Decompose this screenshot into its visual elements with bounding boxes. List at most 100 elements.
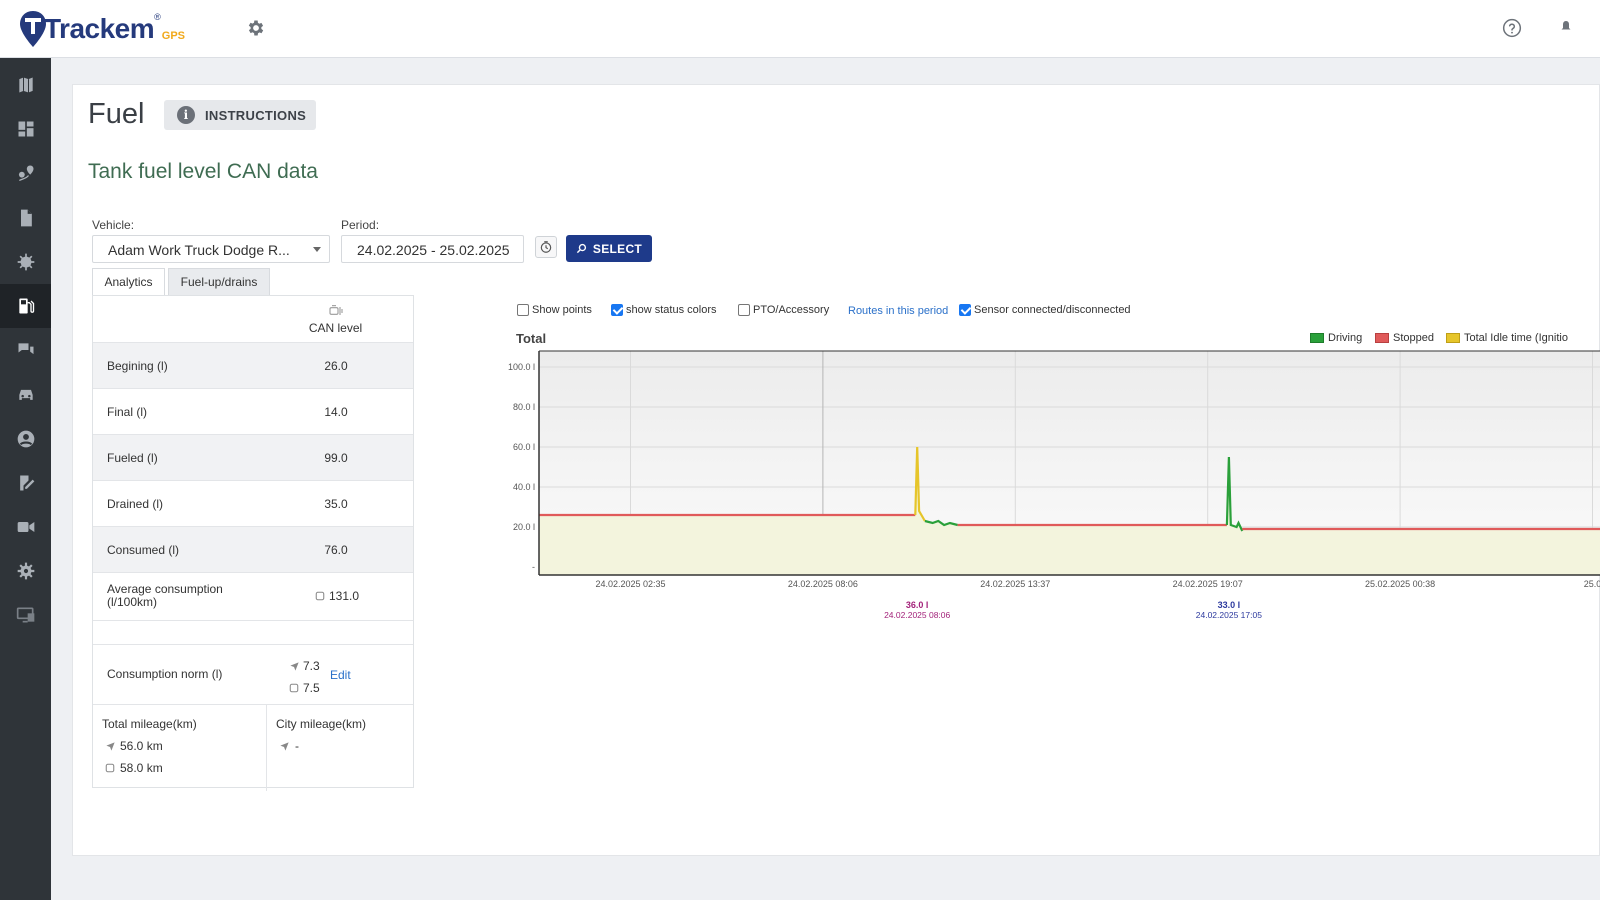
car-icon — [18, 390, 33, 401]
time-picker-button[interactable] — [535, 236, 557, 258]
clock-icon — [540, 241, 552, 253]
sidebar-item-document[interactable] — [0, 196, 51, 240]
norm-gps-value: 7.3 — [303, 659, 320, 673]
gps-arrow-icon — [290, 661, 299, 671]
column-header-can-level: CAN level — [293, 304, 378, 335]
sidebar-item-chat[interactable] — [0, 328, 51, 372]
sensor-connected-checkbox[interactable]: Sensor connected/disconnected — [959, 304, 1131, 316]
help-circle-icon[interactable] — [1502, 18, 1522, 38]
gear-icon — [17, 562, 34, 580]
city-mileage-cell: City mileage(km) - — [267, 705, 413, 791]
event-marker-time: 24.02.2025 17:05 — [1196, 610, 1262, 620]
sidebar-item-edit-note[interactable] — [0, 461, 51, 505]
period-label: Period: — [341, 218, 380, 232]
document-icon — [20, 209, 32, 226]
event-marker-time: 24.02.2025 08:06 — [884, 610, 950, 620]
x-tick-label: 24.02.2025 13:37 — [980, 579, 1050, 589]
sidebar-item-route-pin[interactable] — [0, 151, 51, 195]
x-tick-label: 24.02.2025 08:06 — [788, 579, 858, 589]
gear-icon[interactable] — [246, 18, 266, 38]
routes-in-period-link[interactable]: Routes in this period — [848, 305, 948, 317]
page-title: Fuel — [88, 98, 145, 130]
vehicle-select-value: Adam Work Truck Dodge R... — [108, 242, 290, 258]
period-value: 24.02.2025 - 25.02.2025 — [357, 242, 510, 258]
can-sensor-icon — [105, 763, 115, 773]
row-value: 14.0 — [324, 405, 348, 419]
table-row: Fueled (l) 99.0 — [93, 434, 413, 480]
y-tick-label: 100.0 l — [508, 362, 535, 372]
show-points-checkbox[interactable]: Show points — [517, 304, 592, 316]
fuel-level-chart[interactable]: 100.0 l 80.0 l 60.0 l 40.0 l 20.0 l - 24.02.20… — [490, 340, 1600, 630]
total-mileage-can: 58.0 km — [105, 761, 163, 775]
checkbox-box[interactable] — [738, 304, 750, 316]
instructions-button[interactable]: i INSTRUCTIONS — [164, 100, 316, 130]
dashboard-icon — [18, 121, 33, 137]
tab-analytics[interactable]: Analytics — [92, 268, 165, 296]
screen-icon — [16, 607, 34, 623]
brand-reg-mark: ® — [154, 12, 161, 22]
select-button[interactable]: SELECT — [566, 235, 652, 262]
row-label: Drained (l) — [107, 497, 164, 511]
city-mileage-label: City mileage(km) — [276, 717, 367, 731]
y-tick-label: 40.0 l — [513, 482, 535, 492]
table-row-mileage: Total mileage(km) 56.0 km 58.0 km City m… — [93, 704, 413, 791]
row-label: Fueled (l) — [107, 451, 158, 465]
can-sensor-icon — [328, 305, 343, 315]
checkbox-box[interactable] — [611, 304, 623, 316]
table-row-average: Average consumption (l/100km) 131.0 — [93, 572, 413, 620]
status-colors-checkbox[interactable]: show status colors — [611, 304, 716, 316]
event-marker-value: 36.0 l — [906, 600, 929, 610]
virus-icon — [17, 253, 34, 271]
search-icon — [576, 243, 587, 254]
table-row: Final (l) 14.0 — [93, 388, 413, 434]
y-tick-label: - — [532, 562, 535, 572]
sidebar-item-virus[interactable] — [0, 240, 51, 284]
sidebar-item-video[interactable] — [0, 505, 51, 549]
row-value: 35.0 — [324, 497, 348, 511]
sidebar-item-car[interactable] — [0, 372, 51, 416]
tab-fuel-up-drains[interactable]: Fuel-up/drains — [168, 268, 270, 296]
city-mileage-gps: - — [279, 739, 299, 753]
y-tick-label: 80.0 l — [513, 402, 535, 412]
period-input[interactable]: 24.02.2025 - 25.02.2025 — [341, 235, 524, 263]
info-icon: i — [177, 106, 195, 124]
sidebar-item-user[interactable] — [0, 417, 51, 461]
table-row: Drained (l) 35.0 — [93, 480, 413, 526]
fuel-area-start — [539, 515, 631, 575]
checkbox-box[interactable] — [517, 304, 529, 316]
row-value: 99.0 — [324, 451, 348, 465]
column-header-label: CAN level — [308, 321, 363, 335]
edit-norm-link[interactable]: Edit — [330, 668, 351, 682]
norm-can: 7.5 — [289, 681, 320, 695]
sidebar-item-dashboard[interactable] — [0, 107, 51, 151]
average-value: 131.0 — [329, 589, 360, 603]
total-mileage-can-value: 58.0 km — [120, 761, 163, 775]
total-mileage-cell: Total mileage(km) 56.0 km 58.0 km — [93, 705, 267, 791]
can-sensor-icon — [289, 683, 299, 693]
x-tick-label: 24.02.2025 02:35 — [595, 579, 665, 589]
x-tick-label: 25.0 — [1584, 579, 1600, 589]
checkbox-label: Sensor connected/disconnected — [974, 304, 1131, 316]
city-mileage-gps-value: - — [295, 739, 299, 753]
gps-arrow-icon — [280, 741, 289, 751]
row-label: Begining (l) — [107, 359, 168, 373]
row-label: Consumed (l) — [107, 543, 180, 557]
sidebar-item-fuel[interactable] — [0, 284, 51, 328]
checkbox-box[interactable] — [959, 304, 971, 316]
x-tick-label: 24.02.2025 19:07 — [1173, 579, 1243, 589]
checkbox-label: Show points — [532, 304, 592, 316]
row-label: Average consumption (l/100km) — [107, 582, 223, 609]
sidebar-item-map[interactable] — [0, 63, 51, 107]
brand-suffix: GPS — [161, 30, 186, 42]
pto-accessory-checkbox[interactable]: PTO/Accessory — [738, 304, 829, 316]
table-row: Consumed (l) 76.0 — [93, 526, 413, 572]
brand-name: Trackem — [44, 13, 155, 44]
brand-logo[interactable]: Trackem ® GPS — [18, 10, 185, 48]
vehicle-select[interactable]: Adam Work Truck Dodge R... — [92, 235, 330, 263]
norm-can-value: 7.5 — [303, 681, 320, 695]
bell-icon[interactable] — [1560, 18, 1572, 38]
total-mileage-label: Total mileage(km) — [102, 717, 197, 731]
sidebar-item-screen[interactable] — [0, 593, 51, 637]
event-marker-value: 33.0 l — [1218, 600, 1241, 610]
sidebar-item-gear[interactable] — [0, 549, 51, 593]
